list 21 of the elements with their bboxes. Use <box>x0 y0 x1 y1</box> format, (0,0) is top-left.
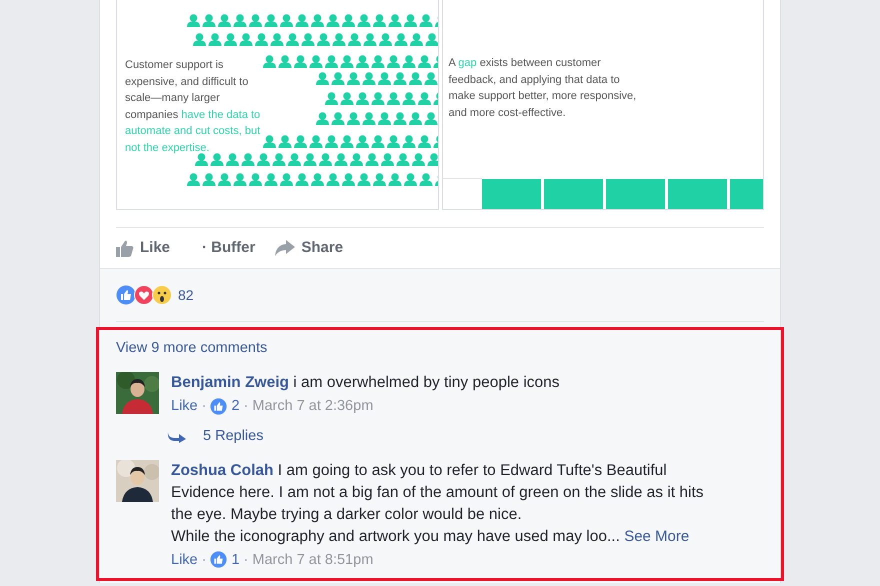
author-link[interactable]: Benjamin Zweig <box>171 374 289 391</box>
slide-text: Customer support is expensive, and difficult to scale—many larger companies have the data to automate and cut costs, but not the expertise. <box>125 58 261 156</box>
view-more-comments-link[interactable]: View 9 more comments <box>116 340 268 356</box>
separator: · <box>202 550 206 570</box>
separator: · <box>244 397 248 416</box>
replies-link[interactable]: 5 Replies <box>203 426 264 448</box>
slide-text: A gap exists between customer feedback, and applying that data to make support better, more responsive, and more cost-effective. <box>448 56 638 120</box>
reaction-count[interactable]: 82 <box>178 284 194 306</box>
author-link[interactable]: Zoshua Colah <box>171 462 274 479</box>
separator: · <box>202 397 206 416</box>
like-button[interactable]: Like <box>116 236 170 260</box>
share-button[interactable]: Share <box>275 236 344 260</box>
comment-text: Benjamin Zweig i am overwhelmed by tiny people icons <box>171 373 561 393</box>
separator: · <box>244 550 248 570</box>
like-count[interactable]: 1 <box>231 548 240 572</box>
see-more-link[interactable]: See More <box>624 528 690 545</box>
like-link[interactable]: Like <box>171 548 198 572</box>
like-count[interactable]: 2 <box>231 394 240 418</box>
comment-text: Zoshua Colah I am going to ask you to refer to Edward Tufte's Beautiful Evidence here. I am not a big fan of the amount of green on the slide as it hits the eye. Maybe trying a darker color would be nice. While the iconography and artwork you may have used may loo... See More <box>171 460 704 547</box>
buffer-button[interactable]: · Buffer <box>202 236 256 260</box>
like-link[interactable]: Like <box>171 394 198 418</box>
